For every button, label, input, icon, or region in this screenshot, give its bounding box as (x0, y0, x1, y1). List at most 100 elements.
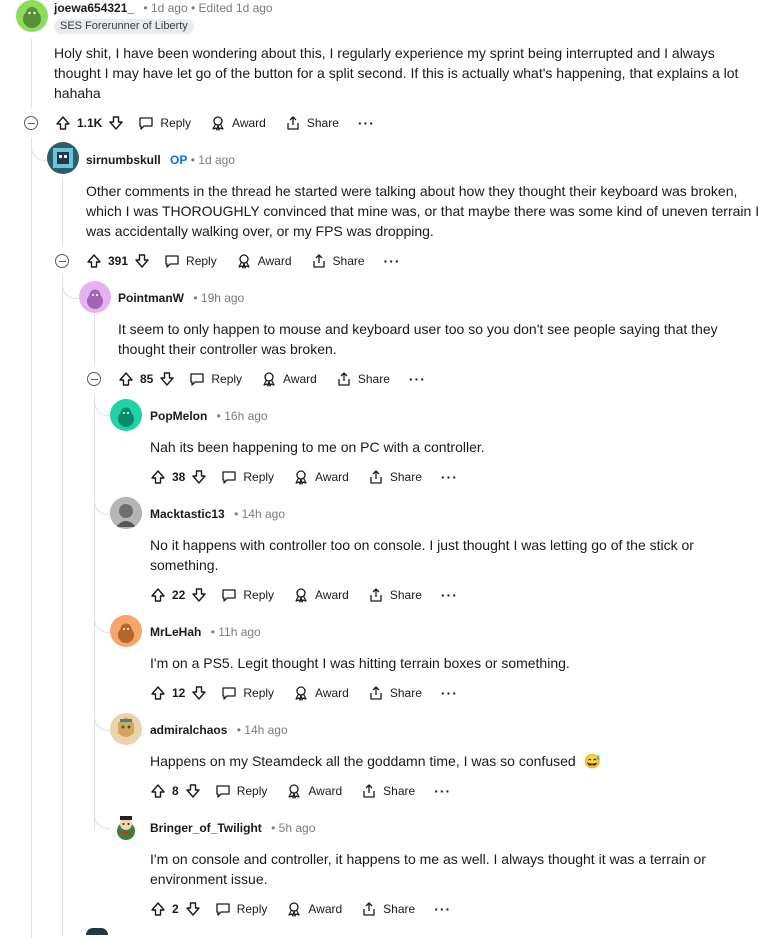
more-icon[interactable]: ··· (434, 902, 451, 916)
more-icon[interactable]: ··· (441, 470, 458, 484)
award-button[interactable]: Award (293, 469, 349, 485)
more-icon[interactable]: ··· (441, 686, 458, 700)
separator-dot: • (216, 409, 221, 423)
comment-actions: 391 Reply Award Share ··· (55, 250, 401, 272)
collapse-icon[interactable] (55, 254, 69, 268)
more-icon[interactable]: ··· (409, 372, 426, 386)
reply-button[interactable]: Reply (215, 783, 267, 799)
upvote-icon[interactable] (150, 901, 166, 917)
share-label: Share (389, 686, 422, 700)
avatar[interactable] (110, 497, 142, 529)
downvote-icon[interactable] (185, 783, 201, 799)
comment-icon (216, 785, 230, 798)
award-label: Award (308, 902, 343, 916)
downvote-icon[interactable] (191, 685, 207, 701)
upvote-icon[interactable] (150, 783, 166, 799)
author-name[interactable]: Bringer_of_Twilight (150, 821, 262, 835)
upvote-icon[interactable] (150, 685, 166, 701)
share-button[interactable]: Share (368, 685, 422, 701)
next-comment-avatar[interactable] (86, 928, 108, 935)
more-icon[interactable]: ··· (358, 116, 375, 130)
comment-meta: PopMelon • 16h ago (150, 408, 268, 424)
author-name[interactable]: MrLeHah (150, 625, 201, 639)
avatar[interactable] (79, 281, 111, 313)
avatar[interactable] (110, 615, 142, 647)
share-button[interactable]: Share (368, 469, 422, 485)
author-name[interactable]: sirnumbskull (86, 153, 161, 167)
award-label: Award (315, 686, 349, 700)
comment-actions: 38 Reply Award Share ··· (150, 466, 458, 488)
downvote-icon[interactable] (185, 901, 201, 917)
reply-button[interactable]: Reply (221, 587, 274, 603)
more-icon[interactable]: ··· (434, 784, 451, 798)
vote-control: 1.1K (55, 115, 124, 131)
collapse-icon[interactable] (24, 116, 38, 130)
award-button[interactable]: Award (293, 685, 349, 701)
share-button[interactable]: Share (336, 371, 390, 387)
downvote-icon[interactable] (134, 253, 150, 269)
timestamp: 11h ago (218, 625, 261, 639)
share-label: Share (383, 902, 416, 916)
author-name[interactable]: admiralchaos (150, 723, 227, 737)
timestamp: 14h ago (241, 507, 285, 521)
comment-body: I'm on a PS5. Legit thought I was hittin… (150, 653, 770, 673)
vote-control: 8 (150, 783, 201, 799)
vote-control: 22 (150, 587, 207, 603)
share-icon (363, 902, 375, 916)
award-button[interactable]: Award (286, 783, 342, 799)
comment-line: I'm on a PS5. Legit thought I was hittin… (150, 655, 570, 671)
downvote-icon[interactable] (159, 371, 175, 387)
upvote-icon[interactable] (86, 253, 102, 269)
avatar[interactable] (47, 142, 79, 174)
vote-count: 2 (172, 902, 179, 916)
avatar[interactable] (110, 399, 142, 431)
downvote-icon[interactable] (191, 469, 207, 485)
award-button[interactable]: Award (293, 587, 349, 603)
award-label: Award (315, 470, 349, 484)
reply-button[interactable]: Reply (221, 685, 274, 701)
downvote-icon[interactable] (191, 587, 207, 603)
author-name[interactable]: PopMelon (150, 409, 207, 423)
thread-line-1b (62, 276, 63, 936)
comment-actions: 1.1K Reply Award Share ··· (24, 112, 375, 134)
thread-branch-3 (94, 395, 111, 416)
avatar[interactable] (110, 811, 142, 843)
share-button[interactable]: Share (361, 783, 415, 799)
more-icon[interactable]: ··· (441, 588, 458, 602)
author-name[interactable]: joewa654321_ (54, 1, 134, 15)
author-name[interactable]: PointmanW (118, 291, 184, 305)
reply-button[interactable]: Reply (221, 469, 274, 485)
reply-button[interactable]: Reply (164, 253, 217, 269)
award-button[interactable]: Award (236, 253, 292, 269)
reply-button[interactable]: Reply (189, 371, 242, 387)
more-icon[interactable]: ··· (384, 254, 401, 268)
reply-button[interactable]: Reply (215, 901, 267, 917)
reply-button[interactable]: Reply (138, 115, 191, 131)
share-button[interactable]: Share (285, 115, 339, 131)
award-label: Award (257, 254, 292, 268)
upvote-icon[interactable] (150, 587, 166, 603)
award-button[interactable]: Award (286, 901, 342, 917)
comment-icon (222, 471, 237, 484)
avatar[interactable] (110, 713, 142, 745)
award-button[interactable]: Award (261, 371, 317, 387)
thread-branch-2 (62, 276, 79, 299)
award-button[interactable]: Award (210, 115, 266, 131)
author-name[interactable]: Macktastic13 (150, 507, 225, 521)
comment-body: No it happens with controller too on con… (150, 535, 770, 575)
timestamp: 16h ago (224, 409, 268, 423)
downvote-icon[interactable] (108, 115, 124, 131)
upvote-icon[interactable] (118, 371, 134, 387)
vote-count: 8 (172, 784, 179, 798)
upvote-icon[interactable] (150, 469, 166, 485)
share-button[interactable]: Share (361, 901, 415, 917)
upvote-icon[interactable] (55, 115, 71, 131)
collapse-icon[interactable] (87, 372, 101, 386)
comment-actions: 22 Reply Award Share ··· (150, 584, 458, 606)
comment-line: Nah its been happening to me on PC with … (150, 439, 485, 455)
comment-body: It seem to only happen to mouse and keyb… (118, 319, 768, 359)
avatar[interactable] (16, 0, 48, 32)
share-button[interactable]: Share (311, 253, 365, 269)
share-button[interactable]: Share (368, 587, 422, 603)
thread-branch-7 (94, 808, 111, 829)
